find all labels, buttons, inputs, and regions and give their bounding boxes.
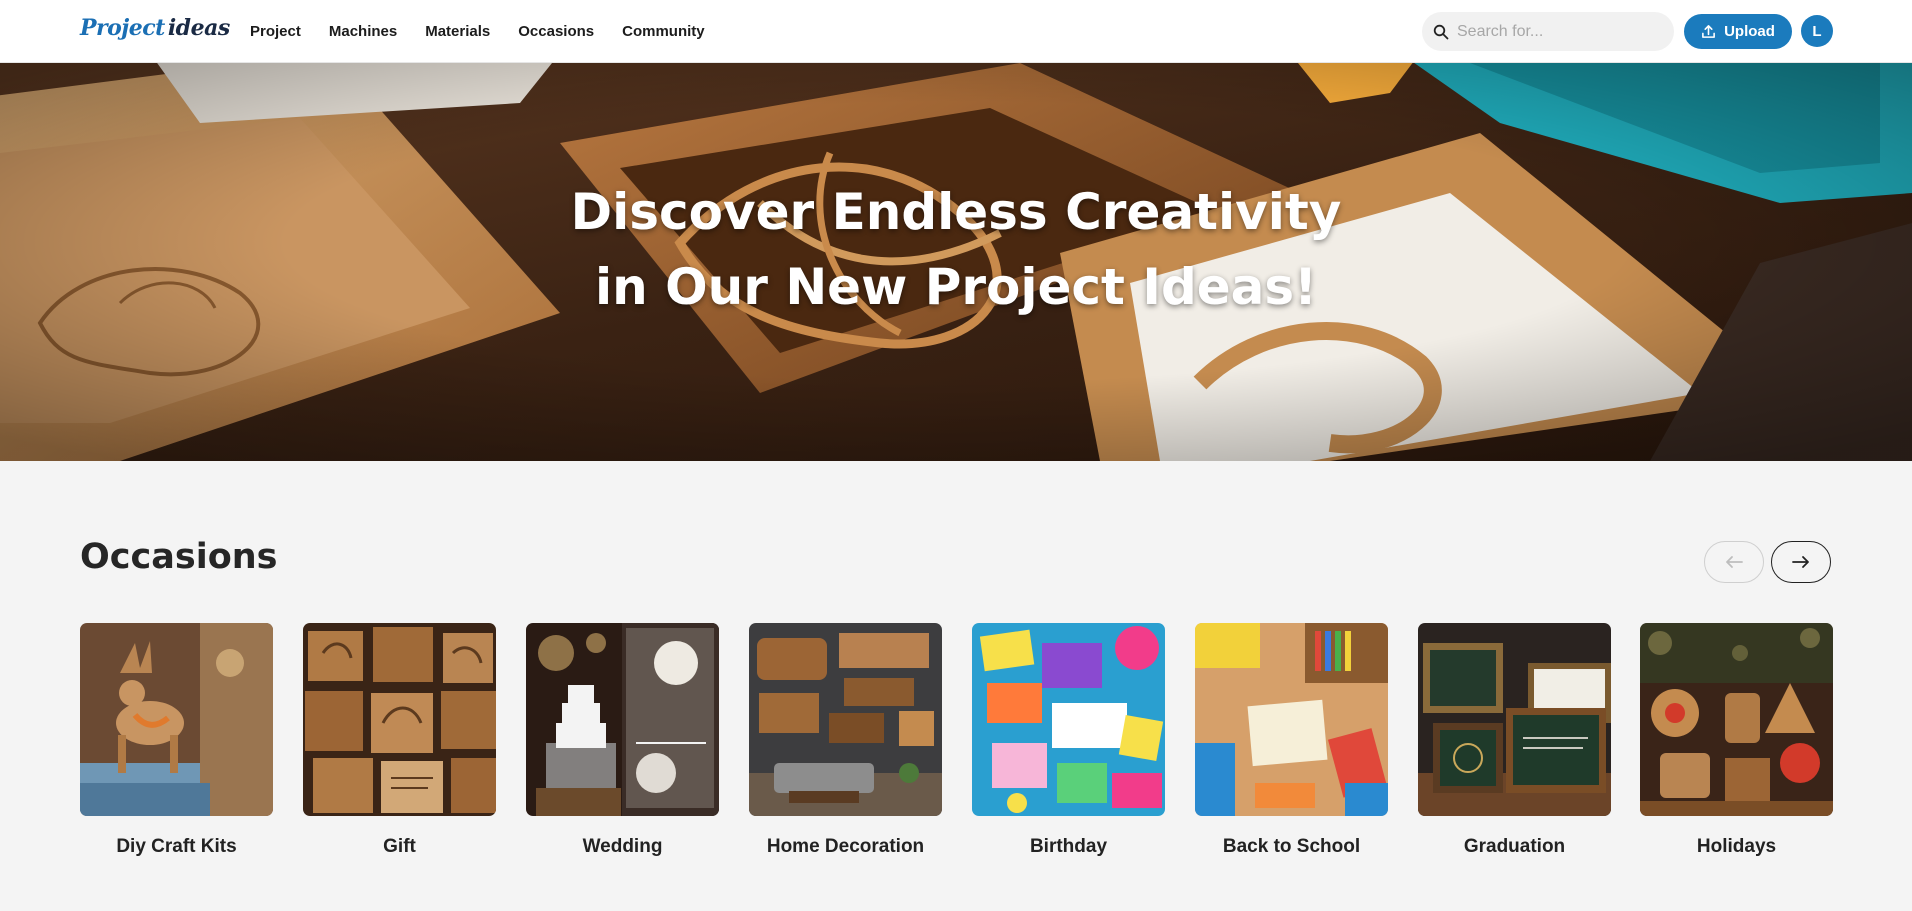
site-logo[interactable]: Project ideas (80, 15, 230, 41)
occasion-card-label: Home Decoration (766, 836, 925, 857)
search-icon (1433, 24, 1449, 39)
hero-banner: Discover Endless Creativity in Our New P… (0, 63, 1912, 461)
gift-image (303, 623, 496, 816)
occasion-card-label: Gift (383, 836, 416, 857)
nav-item-machines[interactable]: Machines (329, 23, 397, 40)
logo-part-2: ideas (167, 15, 230, 41)
occasions-title: Occasions (80, 537, 278, 577)
home-decoration-image (749, 623, 942, 816)
occasion-card-label: Wedding (582, 836, 663, 857)
nav-item-community[interactable]: Community (622, 23, 705, 40)
nav-item-project[interactable]: Project (250, 23, 301, 40)
logo-part-1: Project (80, 15, 165, 41)
occasion-card-label: Holidays (1696, 836, 1777, 857)
hero-headline: Discover Endless Creativity in Our New P… (0, 175, 1912, 325)
occasion-card-wedding[interactable]: Wedding (526, 623, 719, 858)
occasion-card-gift[interactable]: Gift (303, 623, 496, 858)
arrow-left-icon (1726, 556, 1743, 568)
upload-label: Upload (1724, 23, 1775, 40)
nav-item-occasions[interactable]: Occasions (518, 23, 594, 40)
diy-craft-kits-image (80, 623, 273, 816)
main-nav: Project Machines Materials Occasions Com… (250, 0, 705, 63)
occasion-card-graduation[interactable]: Graduation (1418, 623, 1611, 858)
occasion-card-home-decoration[interactable]: Home Decoration (749, 623, 942, 858)
hero-headline-line-1: Discover Endless Creativity (570, 183, 1342, 241)
occasion-card-holidays[interactable]: Holidays (1640, 623, 1833, 858)
occasion-card-birthday[interactable]: Birthday (972, 623, 1165, 858)
carousel-prev-button[interactable] (1704, 541, 1764, 583)
occasion-card-diy-craft-kits[interactable]: Diy Craft Kits (80, 623, 273, 858)
occasions-carousel: Diy Craft Kits Gift Wedding Home Decorat… (80, 623, 1833, 863)
upload-button[interactable]: Upload (1684, 14, 1792, 49)
carousel-next-button[interactable] (1771, 541, 1831, 583)
occasion-card-label: Back to School (1222, 836, 1361, 857)
top-nav-bar: Project ideas Project Machines Materials … (0, 0, 1912, 63)
occasion-card-back-to-school[interactable]: Back to School (1195, 623, 1388, 858)
holidays-image (1640, 623, 1833, 816)
upload-icon (1702, 25, 1715, 38)
nav-item-materials[interactable]: Materials (425, 23, 490, 40)
occasion-card-label: Graduation (1463, 836, 1566, 857)
search-box[interactable] (1422, 12, 1674, 51)
wedding-image (526, 623, 719, 816)
graduation-image (1418, 623, 1611, 816)
hero-headline-line-2: in Our New Project Ideas! (595, 258, 1317, 316)
occasion-card-label: Birthday (1029, 836, 1108, 857)
occasion-card-label: Diy Craft Kits (116, 836, 237, 857)
arrow-right-icon (1792, 556, 1809, 568)
search-input[interactable] (1457, 22, 1657, 41)
birthday-image (972, 623, 1165, 816)
user-avatar[interactable]: L (1801, 15, 1833, 47)
back-to-school-image (1195, 623, 1388, 816)
